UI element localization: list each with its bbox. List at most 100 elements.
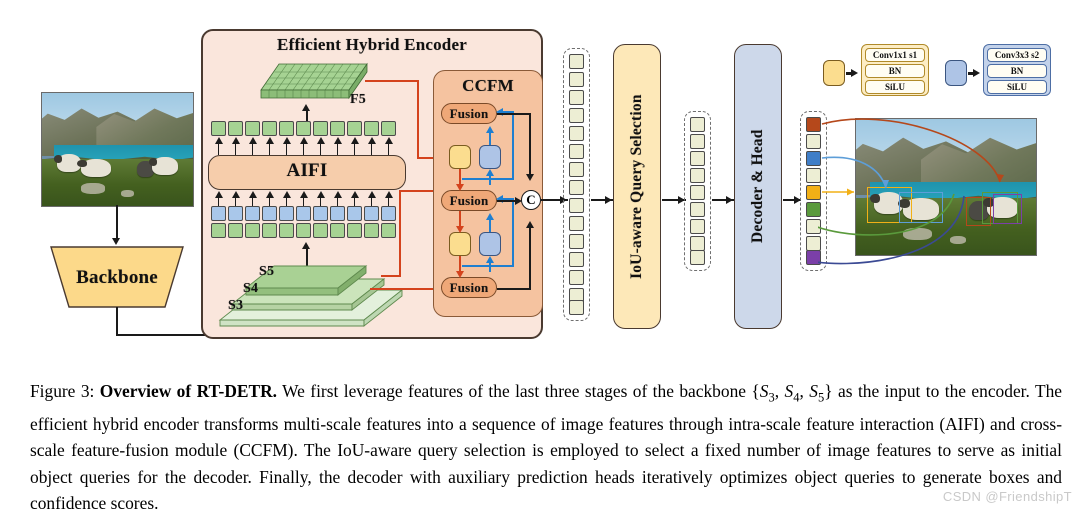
figure-rt-detr-overview: Backbone Efficient Hybrid Encoder F5 AIF… [0, 0, 1090, 518]
arrowhead-up [282, 137, 291, 144]
scale-label-s3: S3 [228, 298, 244, 313]
arrowhead-up [350, 137, 359, 144]
token-green [245, 121, 260, 136]
token-cream [690, 117, 705, 132]
token-cream [569, 198, 584, 213]
input-image [41, 92, 194, 207]
caption-s5: S5 [809, 381, 825, 405]
token-blue [211, 206, 226, 221]
conv1x1-node-lower [449, 232, 471, 256]
blue-join-upper-h [462, 178, 514, 180]
scale-label-s5: S5 [259, 264, 275, 279]
photo-rock [120, 190, 135, 197]
token-green [279, 223, 294, 238]
arrowhead-up [248, 191, 257, 198]
token-cream [569, 216, 584, 231]
backbone-label: Backbone [76, 267, 158, 288]
arrowhead-up-blue [485, 126, 494, 133]
caption-set-open: { [751, 381, 760, 401]
caption-comma-1: , [774, 381, 785, 401]
token-green [347, 223, 362, 238]
token-cream [690, 219, 705, 234]
caption-set-close: } [824, 381, 833, 401]
arrowhead-up [367, 137, 376, 144]
encoder-title: Efficient Hybrid Encoder [277, 35, 467, 54]
conv3x3-node-upper [479, 145, 501, 169]
arrowhead-up-blue [485, 213, 494, 220]
arrowhead-down-red [455, 184, 464, 191]
arrowhead-up [231, 191, 240, 198]
caption-s4: S4 [784, 381, 800, 405]
photo-sheep [77, 158, 112, 177]
arrowhead-up [525, 221, 534, 228]
token-cream [569, 162, 584, 177]
token-green [262, 223, 277, 238]
token-cream [569, 144, 584, 159]
legend-blue-row-bn: BN [987, 63, 1047, 78]
red-path-s4-h1 [381, 275, 401, 277]
token-green [364, 223, 379, 238]
detection-connectors [818, 118, 1004, 265]
token-green [211, 121, 226, 136]
arrowhead-up [302, 104, 310, 111]
legend-yellow-row-bn: BN [865, 63, 925, 78]
red-path-f5-v [417, 80, 419, 158]
token-green [296, 223, 311, 238]
scale-label-s4: S4 [243, 281, 259, 296]
red-chain-lower-v2 [459, 256, 461, 272]
fusion-label: Fusion [449, 105, 489, 121]
caption-title: Overview of RT-DETR. [99, 381, 278, 401]
caption-comma-2: , [799, 381, 810, 401]
token-cream [569, 72, 584, 87]
f5-label: F5 [350, 92, 366, 107]
concat-node: C [521, 190, 541, 210]
legend-blue-swatch [945, 60, 967, 86]
arrowhead-up [316, 191, 325, 198]
arrow-backbone-to-encoder-v [116, 307, 118, 335]
black-out-top-up-v [529, 113, 531, 175]
arrowhead-up [231, 137, 240, 144]
token-green [313, 223, 328, 238]
caption-figure-label: Figure 3: [30, 381, 95, 401]
arrowhead-up [333, 191, 342, 198]
aifi-label: AIFI [286, 160, 328, 181]
token-green [279, 121, 294, 136]
arrowhead-up [214, 137, 223, 144]
arrowhead-down [112, 238, 120, 245]
token-cream [569, 234, 584, 249]
token-blue [262, 206, 277, 221]
red-path-f5-h1 [365, 80, 419, 82]
red-chain-upper-v1 [459, 169, 461, 185]
arrowhead-up-blue [485, 169, 494, 176]
token-cream [690, 202, 705, 217]
token-cream [569, 90, 584, 105]
token-green [330, 223, 345, 238]
legend-blue-row-silu: SiLU [987, 79, 1047, 94]
arrowhead-up [299, 137, 308, 144]
photo-rock [81, 183, 106, 194]
arrowhead-up [265, 191, 274, 198]
decoder-head-label: Decoder & Head [749, 129, 766, 244]
arrowhead-right [605, 195, 612, 204]
arrowhead-right [726, 195, 733, 204]
fusion-label: Fusion [449, 192, 489, 208]
query-selection-label: IoU-aware Query Selection [628, 94, 645, 279]
token-green [262, 121, 277, 136]
watermark: CSDN @FriendshipT [942, 489, 1072, 504]
token-blue [381, 206, 396, 221]
legend-yellow-swatch [823, 60, 845, 86]
arrowhead-up [299, 191, 308, 198]
token-green [381, 223, 396, 238]
conv1x1-node-upper [449, 145, 471, 169]
token-green [330, 121, 345, 136]
legend-yellow-row-conv: Conv1x1 s1 [865, 47, 925, 62]
photo-sheep [148, 157, 178, 176]
red-chain-lower-v1 [459, 211, 461, 227]
arrowhead-down [525, 174, 534, 181]
token-cream [690, 134, 705, 149]
black-out-mid-h [497, 200, 516, 202]
red-path-s4-v [399, 190, 401, 276]
arrow-image-to-backbone [116, 205, 118, 239]
black-out-top-link [497, 113, 531, 115]
token-cream [690, 168, 705, 183]
